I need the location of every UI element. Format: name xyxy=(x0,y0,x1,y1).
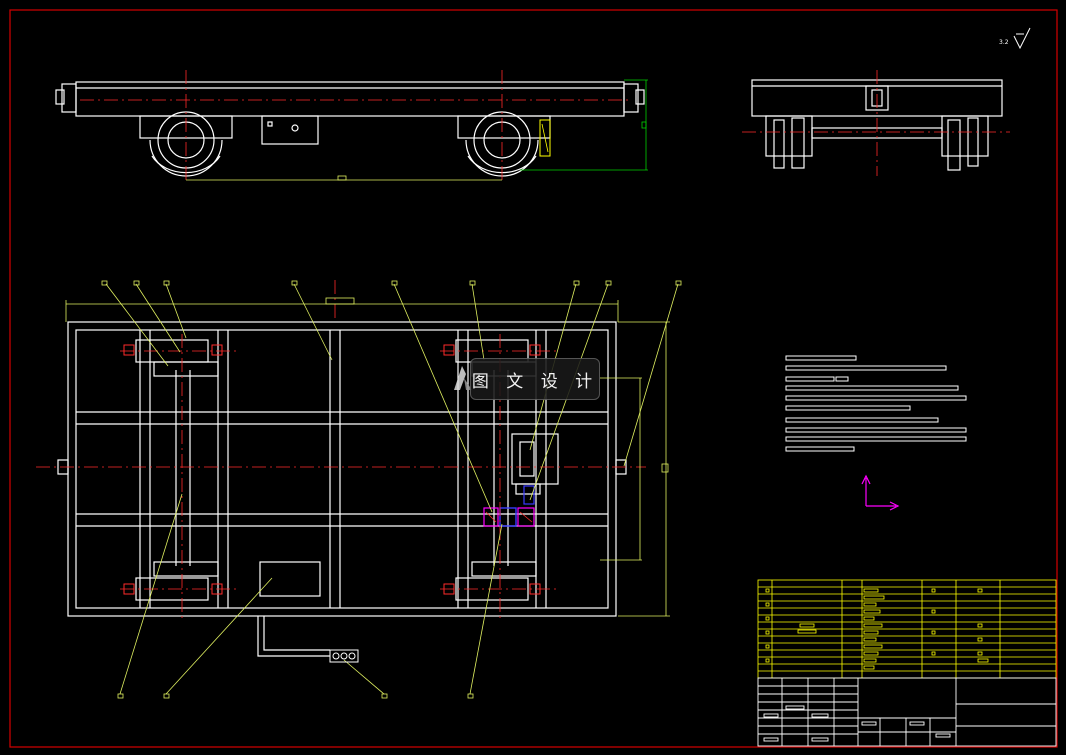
front-view-details xyxy=(80,70,648,182)
bom-table xyxy=(757,579,1057,679)
part-leader-lines xyxy=(105,283,679,695)
title-block xyxy=(757,677,1057,747)
technical-notes xyxy=(785,355,967,452)
part-number-tags xyxy=(101,280,682,699)
watermark-banner: 图 文 设 计 xyxy=(470,358,600,400)
plan-view-dimensions xyxy=(65,297,670,617)
roughness-value: 3.2 xyxy=(999,39,1009,46)
plan-view-centerlines xyxy=(36,280,646,622)
coordinate-axes-icon xyxy=(861,474,900,511)
roughness-symbol-icon xyxy=(1013,27,1031,50)
coupling-assembly xyxy=(483,485,535,527)
watermark-text: 图 文 设 计 xyxy=(471,371,599,392)
front-view xyxy=(55,81,645,177)
